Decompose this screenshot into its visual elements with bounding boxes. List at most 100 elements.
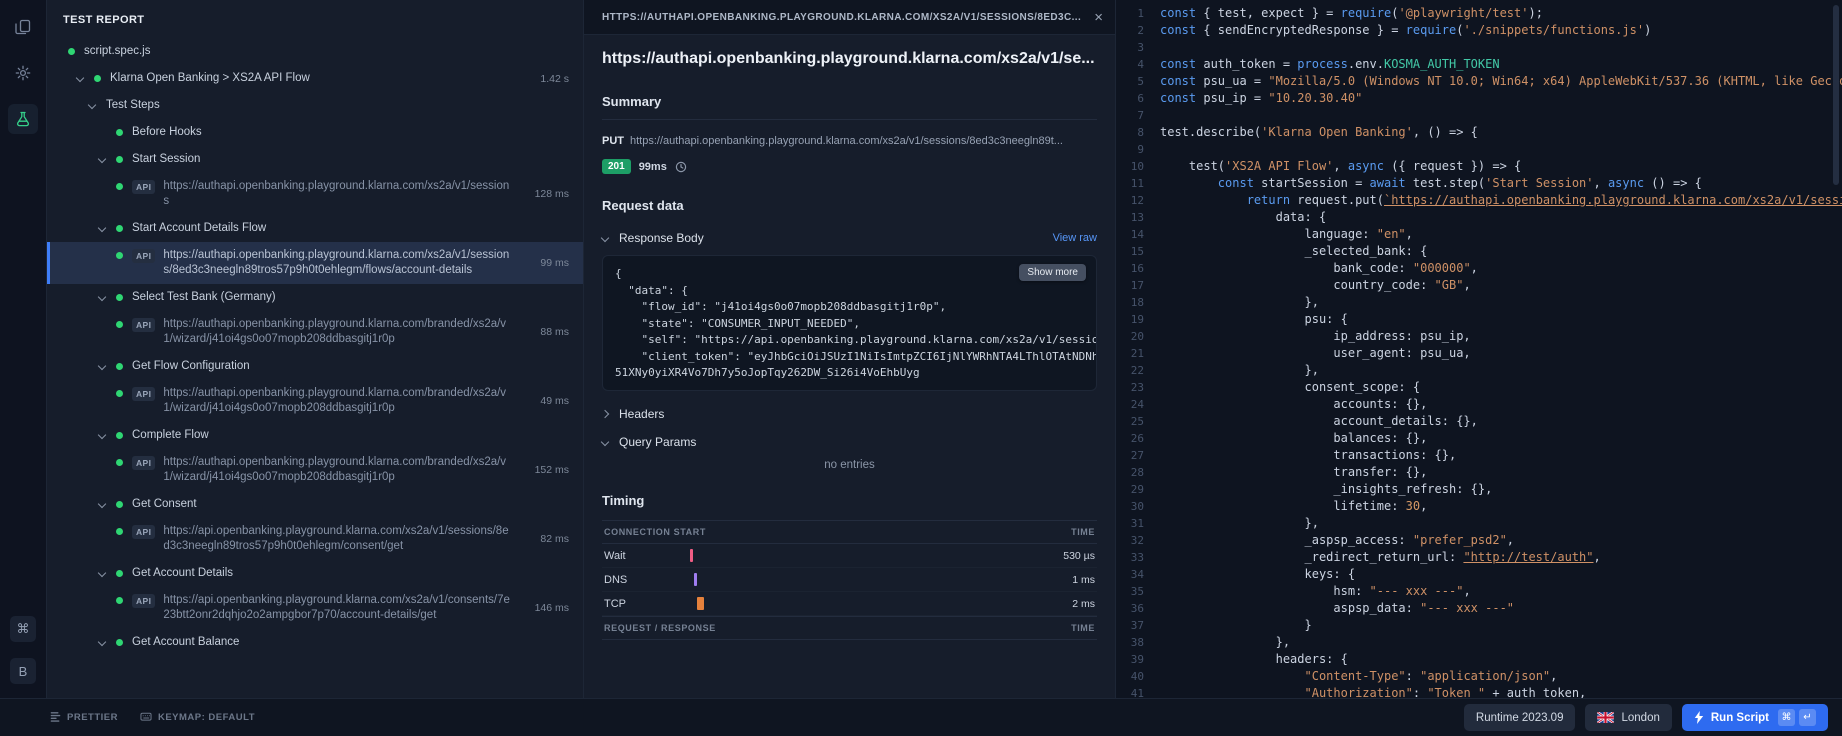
pass-status-dot-icon xyxy=(116,294,123,301)
pass-status-dot-icon xyxy=(94,75,101,82)
chevron-down-icon[interactable] xyxy=(77,75,94,81)
timing-heading: Timing xyxy=(602,493,1097,508)
line-number: 39 xyxy=(1116,651,1160,668)
settings-gear-icon[interactable] xyxy=(8,58,38,88)
duration-label: 128 ms xyxy=(525,188,569,200)
divider xyxy=(602,119,1097,120)
api-badge: API xyxy=(132,525,155,539)
tree-item[interactable]: Klarna Open Banking > XS2A API Flow1.42 … xyxy=(47,65,583,92)
response-body-toggle[interactable]: Response Body View raw xyxy=(602,231,1097,245)
tree-item[interactable]: Test Steps xyxy=(47,92,583,119)
duration-label: 49 ms xyxy=(530,395,569,407)
region-button[interactable]: London xyxy=(1585,704,1671,731)
tree-api-item[interactable]: APIhttps://api.openbanking.playground.kl… xyxy=(47,587,583,629)
tree-item-label: Complete Flow xyxy=(132,428,209,443)
editor-scrollbar[interactable] xyxy=(1833,5,1839,185)
code-text: accounts: {}, xyxy=(1160,396,1842,413)
chevron-down-icon[interactable] xyxy=(99,156,116,162)
pass-status-dot-icon xyxy=(116,321,123,328)
tree-item-label: Get Flow Configuration xyxy=(132,359,250,374)
tree-item[interactable]: script.spec.js xyxy=(47,38,583,65)
keymap-status-item[interactable]: KEYMAP: DEFAULT xyxy=(140,711,255,725)
code-line: 28 transfer: {}, xyxy=(1116,464,1842,481)
query-params-toggle[interactable]: Query Params xyxy=(602,435,1097,449)
close-icon[interactable]: × xyxy=(1094,10,1103,25)
activity-bar-bottom: ⌘ B xyxy=(10,616,36,684)
tree-item[interactable]: Start Account Details Flow xyxy=(47,215,583,242)
tree-item-label: Before Hooks xyxy=(132,125,202,140)
tree-api-item[interactable]: APIhttps://api.openbanking.playground.kl… xyxy=(47,518,583,560)
tree-item[interactable]: Get Account Details xyxy=(47,560,583,587)
code-text: lifetime: 30, xyxy=(1160,498,1842,515)
tree-item-label: Start Account Details Flow xyxy=(132,221,266,236)
tree-item[interactable]: Complete Flow xyxy=(47,422,583,449)
request-detail-panel: HTTPS://AUTHAPI.OPENBANKING.PLAYGROUND.K… xyxy=(584,0,1116,698)
tree-item[interactable]: Before Hooks xyxy=(47,119,583,146)
app-root: ⌘ B TEST REPORT script.spec.jsKlarna Ope… xyxy=(0,0,1842,736)
view-raw-link[interactable]: View raw xyxy=(1053,232,1097,244)
test-report-flask-icon[interactable] xyxy=(8,104,38,134)
chevron-down-icon[interactable] xyxy=(99,294,116,300)
tree-item[interactable]: Start Session xyxy=(47,146,583,173)
timing-value: 1 ms xyxy=(1023,574,1095,586)
pass-status-dot-icon xyxy=(116,252,123,259)
sidebar-toggle-b-icon[interactable]: B xyxy=(10,658,36,684)
headers-toggle[interactable]: Headers xyxy=(602,407,1097,421)
tree-item[interactable]: Get Flow Configuration xyxy=(47,353,583,380)
show-more-button[interactable]: Show more xyxy=(1019,264,1086,281)
chevron-down-icon[interactable] xyxy=(89,102,106,108)
code-text xyxy=(1160,39,1842,56)
response-body-label: Response Body xyxy=(619,231,704,245)
code-text: consent_scope: { xyxy=(1160,379,1842,396)
code-text: return request.put(`https://authapi.open… xyxy=(1160,192,1842,209)
detail-tab-title: HTTPS://AUTHAPI.OPENBANKING.PLAYGROUND.K… xyxy=(602,12,1084,23)
line-number: 4 xyxy=(1116,56,1160,73)
tree-api-item[interactable]: APIhttps://authapi.openbanking.playgroun… xyxy=(47,380,583,422)
tree-item-label: Select Test Bank (Germany) xyxy=(132,290,276,305)
status-bar: PRETTIER KEYMAP: DEFAULT Runtime 2023.09 xyxy=(0,698,1842,736)
command-palette-icon[interactable]: ⌘ xyxy=(10,616,36,642)
detail-body: https://authapi.openbanking.playground.k… xyxy=(584,35,1115,698)
keyboard-icon xyxy=(140,711,152,725)
code-text: "Content-Type": "application/json", xyxy=(1160,668,1842,685)
code-line: 1const { test, expect } = require('@play… xyxy=(1116,5,1842,22)
runtime-button[interactable]: Runtime 2023.09 xyxy=(1464,704,1576,731)
code-text: }, xyxy=(1160,634,1842,651)
code-line: 12 return request.put(`https://authapi.o… xyxy=(1116,192,1842,209)
pass-status-dot-icon xyxy=(116,225,123,232)
code-text: _aspsp_access: "prefer_psd2", xyxy=(1160,532,1842,549)
tree-item[interactable]: Get Consent xyxy=(47,491,583,518)
code-line: 11 const startSession = await test.step(… xyxy=(1116,175,1842,192)
tree-item[interactable]: Select Test Bank (Germany) xyxy=(47,284,583,311)
duration-label: 1.42 s xyxy=(530,73,569,85)
chevron-right-icon xyxy=(602,411,619,417)
code-text: aspsp_data: "--- xxx ---" xyxy=(1160,600,1842,617)
code-lines[interactable]: 1const { test, expect } = require('@play… xyxy=(1116,5,1842,698)
pass-status-dot-icon xyxy=(116,501,123,508)
status-bar-right: Runtime 2023.09 London xyxy=(1464,704,1828,731)
chevron-down-icon[interactable] xyxy=(99,639,116,645)
line-number: 29 xyxy=(1116,481,1160,498)
chevron-down-icon[interactable] xyxy=(99,432,116,438)
files-icon[interactable] xyxy=(8,12,38,42)
tree-api-item[interactable]: APIhttps://authapi.openbanking.playgroun… xyxy=(47,242,583,284)
chevron-down-icon[interactable] xyxy=(99,570,116,576)
pass-status-dot-icon xyxy=(116,459,123,466)
tree-api-item[interactable]: APIhttps://authapi.openbanking.playgroun… xyxy=(47,449,583,491)
tree-api-item[interactable]: APIhttps://authapi.openbanking.playgroun… xyxy=(47,311,583,353)
code-text: const { test, expect } = require('@playw… xyxy=(1160,5,1842,22)
pass-status-dot-icon xyxy=(68,48,75,55)
line-number: 21 xyxy=(1116,345,1160,362)
chevron-down-icon[interactable] xyxy=(99,225,116,231)
run-script-button[interactable]: Run Script ⌘↵ xyxy=(1682,704,1828,731)
line-number: 1 xyxy=(1116,5,1160,22)
code-line: 25 account_details: {}, xyxy=(1116,413,1842,430)
chevron-down-icon[interactable] xyxy=(99,363,116,369)
tree-item[interactable]: Get Account Balance xyxy=(47,629,583,656)
timing-row: DNS1 ms xyxy=(602,568,1097,592)
region-label: London xyxy=(1621,712,1659,724)
chevron-down-icon[interactable] xyxy=(99,501,116,507)
tree-api-item[interactable]: APIhttps://authapi.openbanking.playgroun… xyxy=(47,173,583,215)
prettier-icon xyxy=(50,711,61,725)
prettier-status-item[interactable]: PRETTIER xyxy=(50,711,118,725)
